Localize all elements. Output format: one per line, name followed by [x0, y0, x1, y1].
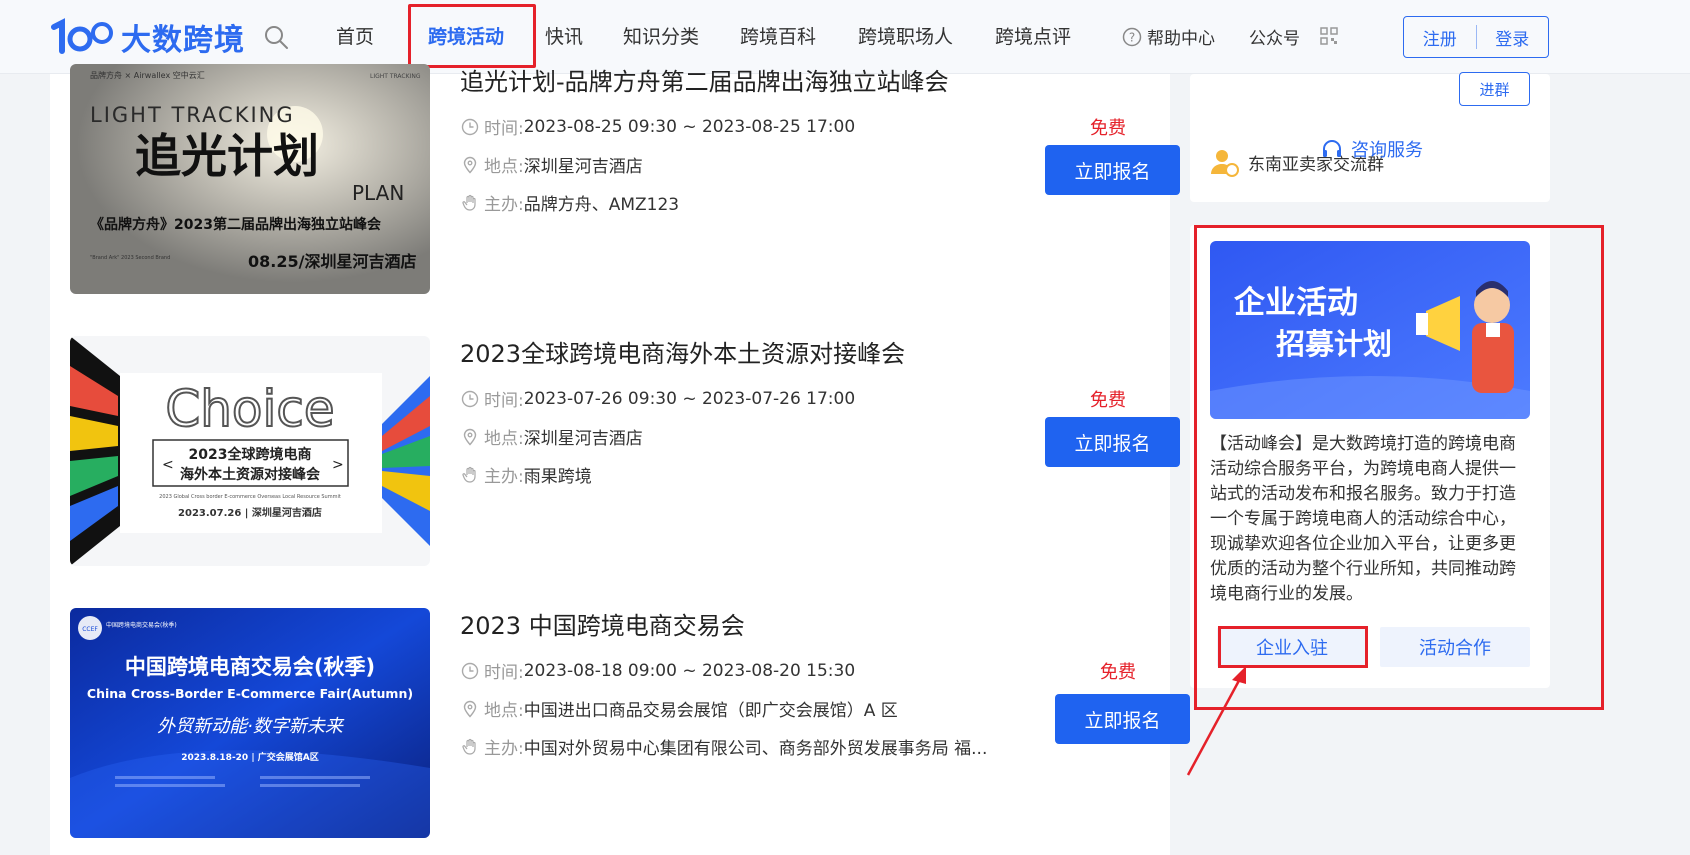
- event-thumbnail[interactable]: CCEF 中国跨境电商交易会(秋季) 中国跨境电商交易会(秋季) China C…: [70, 608, 430, 838]
- event-host-label: 主办:: [484, 467, 524, 487]
- thumb-title-line2: 海外本土资源对接峰会: [180, 466, 321, 483]
- event-time-label: 时间:: [484, 663, 524, 683]
- clock-icon: [461, 390, 479, 407]
- event-host-row: 主办: 中国对外贸易中心集团有限公司、商务部外贸发展事务局 福...: [461, 734, 987, 759]
- thumb-small-text: "Brand Ark" 2023 Second Brand: [90, 255, 170, 261]
- event-host-value: 雨果跨境: [523, 467, 592, 487]
- help-center-link[interactable]: ? 帮助中心: [1122, 24, 1215, 49]
- nav-news-flash[interactable]: 快讯: [545, 22, 583, 49]
- clock-icon: [461, 118, 479, 135]
- join-group-button[interactable]: 进群: [1459, 72, 1530, 106]
- thumb-brand-text: 品牌方舟 × Airwallex 空中云汇: [90, 70, 205, 80]
- thumb-cn-title: 中国跨境电商交易会(秋季): [125, 655, 375, 679]
- logo-text: 大数跨境: [121, 23, 245, 58]
- signup-button[interactable]: 立即报名: [1055, 694, 1190, 744]
- thumb-subtitle: 《品牌方舟》2023第二届品牌出海独立站峰会: [90, 216, 382, 233]
- event-time-label: 时间:: [484, 119, 524, 139]
- consult-service-label: 咨询服务: [1351, 140, 1423, 161]
- event-price-badge: 免费: [1100, 662, 1136, 683]
- search-icon[interactable]: [262, 23, 290, 51]
- event-place-row: 地点: 深圳星河吉酒店: [461, 152, 643, 177]
- event-place-label: 地点:: [484, 701, 524, 721]
- nav-career[interactable]: 跨境职场人: [858, 22, 953, 49]
- event-item: CCEF 中国跨境电商交易会(秋季) 中国跨境电商交易会(秋季) China C…: [70, 606, 1190, 838]
- official-account-link[interactable]: 公众号: [1249, 24, 1300, 49]
- event-time-row: 时间: 2023-08-18 09:00 ~ 2023-08-20 15:30: [461, 658, 855, 683]
- question-circle-icon: ?: [1122, 27, 1142, 46]
- thumb-top-text: 中国跨境电商交易会(秋季): [106, 621, 177, 629]
- event-thumbnail[interactable]: 品牌方舟 × Airwallex 空中云汇 LIGHT TRACKING LIG…: [70, 64, 430, 294]
- hand-icon: [462, 194, 476, 211]
- event-item: Choice 2023全球跨境电商 海外本土资源对接峰会 < > 2023 Gl…: [70, 334, 1180, 566]
- help-center-label: 帮助中心: [1147, 29, 1215, 49]
- event-time-row: 时间: 2023-08-25 09:30 ~ 2023-08-25 17:00: [461, 114, 855, 139]
- signup-button[interactable]: 立即报名: [1045, 417, 1180, 467]
- thumb-date-place: 08.25/深圳星河吉酒店: [248, 252, 416, 271]
- thumb-corner-text: LIGHT TRACKING: [370, 73, 421, 80]
- nav-encyclopedia[interactable]: 跨境百科: [740, 22, 816, 49]
- event-time-value: 2023-07-26 09:30 ~ 2023-07-26 17:00: [523, 388, 856, 409]
- event-title[interactable]: 2023 中国跨境电商交易会: [460, 606, 745, 641]
- logo-mark-icon: [51, 18, 113, 54]
- nav-highlight-annotation: [408, 4, 536, 68]
- event-price-badge: 免费: [1090, 390, 1126, 411]
- event-host-value: 品牌方舟、AMZ123: [523, 195, 680, 215]
- event-host-label: 主办:: [484, 739, 524, 759]
- thumb-badge: CCEF: [82, 626, 98, 633]
- login-button[interactable]: 登录: [1477, 25, 1549, 50]
- event-place-label: 地点:: [484, 429, 524, 449]
- event-time-label: 时间:: [484, 391, 524, 411]
- qr-code-icon[interactable]: [1320, 27, 1338, 45]
- svg-text:?: ?: [1129, 30, 1135, 44]
- thumb-en-line2: PLAN: [352, 181, 404, 205]
- nav-home[interactable]: 首页: [336, 22, 374, 49]
- thumb-title-line1: 2023全球跨境电商: [189, 446, 312, 463]
- thumb-chevron-left-icon: <: [162, 457, 174, 473]
- thumb-slogan: 外贸新动能·数字新未来: [157, 716, 345, 737]
- thumb-cn-title: 追光计划: [135, 129, 319, 183]
- annotation-arrow-icon: [1186, 666, 1246, 776]
- event-host-row: 主办: 雨果跨境: [461, 462, 592, 487]
- nav-knowledge-categories[interactable]: 知识分类: [623, 22, 699, 49]
- clock-icon: [461, 662, 479, 679]
- register-button[interactable]: 注册: [1404, 25, 1476, 50]
- event-place-label: 地点:: [484, 157, 524, 177]
- event-place-row: 地点: 深圳星河吉酒店: [461, 424, 643, 449]
- event-place-row: 地点: 中国进出口商品交易会展馆（即广交会展馆）A 区: [461, 696, 898, 721]
- headset-icon: [1323, 140, 1341, 157]
- thumb-date-place: 2023.07.26 | 深圳星河吉酒店: [178, 506, 322, 519]
- user-group-icon: [1211, 150, 1239, 177]
- thumb-en-title: China Cross-Border E-Commerce Fair(Autum…: [87, 686, 413, 701]
- location-pin-icon: [463, 700, 477, 718]
- thumb-chevron-right-icon: >: [332, 457, 344, 473]
- event-host-value: 中国对外贸易中心集团有限公司、商务部外贸发展事务局 福...: [523, 739, 988, 759]
- event-title[interactable]: 2023全球跨境电商海外本土资源对接峰会: [460, 334, 905, 369]
- site-logo[interactable]: 大数跨境: [50, 16, 245, 58]
- event-host-row: 主办: 品牌方舟、AMZ123: [461, 190, 679, 215]
- event-place-value: 深圳星河吉酒店: [523, 429, 643, 449]
- event-time-row: 时间: 2023-07-26 09:30 ~ 2023-07-26 17:00: [461, 386, 855, 411]
- hand-icon: [462, 738, 476, 755]
- signup-button[interactable]: 立即报名: [1045, 145, 1180, 195]
- nav-reviews[interactable]: 跨境点评: [995, 22, 1071, 49]
- thumb-en-text: 2023 Global Cross border E-commerce Over…: [159, 494, 341, 500]
- event-place-value: 中国进出口商品交易会展馆（即广交会展馆）A 区: [523, 701, 898, 721]
- auth-box: 注册 登录: [1403, 16, 1549, 58]
- location-pin-icon: [463, 156, 477, 174]
- event-place-value: 深圳星河吉酒店: [523, 157, 643, 177]
- event-host-label: 主办:: [484, 195, 524, 215]
- event-item: 品牌方舟 × Airwallex 空中云汇 LIGHT TRACKING LIG…: [70, 62, 1180, 294]
- event-time-value: 2023-08-18 09:00 ~ 2023-08-20 15:30: [523, 660, 856, 681]
- event-thumbnail[interactable]: Choice 2023全球跨境电商 海外本土资源对接峰会 < > 2023 Gl…: [70, 336, 430, 566]
- location-pin-icon: [463, 428, 477, 446]
- event-price-badge: 免费: [1090, 118, 1126, 139]
- thumb-date-place: 2023.8.18-20 | 广交会展馆A区: [181, 751, 318, 763]
- thumb-choice-word: Choice: [165, 380, 334, 438]
- event-time-value: 2023-08-25 09:30 ~ 2023-08-25 17:00: [523, 116, 856, 137]
- thumb-en-line1: LIGHT TRACKING: [90, 103, 295, 127]
- event-title[interactable]: 追光计划-品牌方舟第二届品牌出海独立站峰会: [460, 62, 949, 97]
- hand-icon: [462, 466, 476, 483]
- consult-service-link[interactable]: 咨询服务: [1320, 136, 1423, 162]
